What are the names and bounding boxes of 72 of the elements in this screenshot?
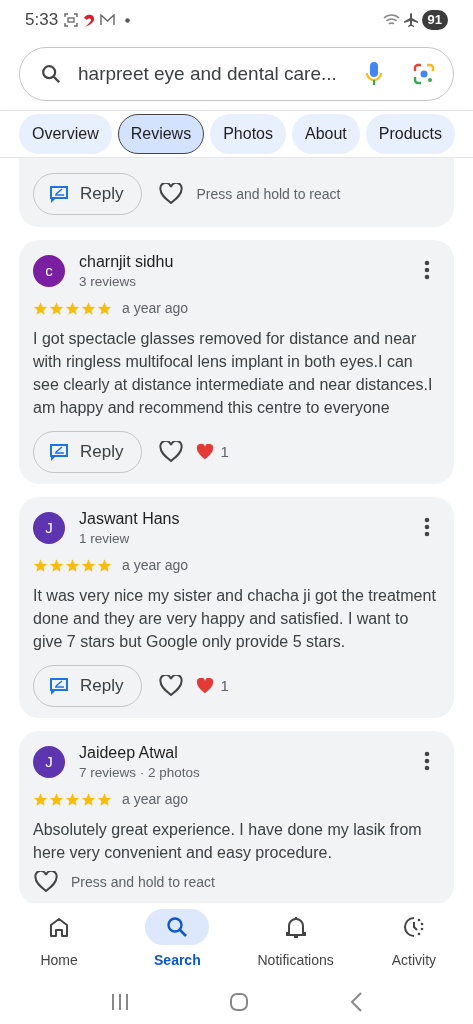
more-options-icon[interactable] (424, 751, 430, 771)
nav-tab[interactable]: Search (118, 909, 237, 980)
reviewer-meta: 7 reviews · 2 photos (79, 764, 201, 782)
star-icon (65, 792, 80, 807)
nav-tab[interactable]: Notifications (236, 909, 355, 980)
tab[interactable]: Overview (19, 114, 112, 154)
react-button[interactable] (158, 440, 185, 464)
avatar: J (33, 512, 65, 544)
camera-lens-icon[interactable] (413, 63, 435, 85)
star-icon (81, 792, 96, 807)
review-text: Absolutely great experience. I have done my lasik from here very convenient and easy procedure. (33, 820, 423, 863)
review-time: a year ago (122, 299, 189, 318)
react-hint: Press and hold to react (71, 872, 215, 892)
back-icon[interactable] (349, 992, 364, 1012)
screenshot-icon (64, 13, 79, 27)
home-button-icon[interactable] (229, 992, 250, 1012)
heart-icon (196, 678, 215, 694)
reviewer-name[interactable]: Jaideep Atwal (79, 743, 424, 763)
star-icon (97, 558, 112, 573)
reviewer-name[interactable]: charnjit sidhu (79, 252, 424, 272)
reviewer-meta: 3 reviews (79, 273, 138, 291)
mail-icon (100, 14, 116, 26)
reviewer-meta: 1 review (79, 530, 131, 548)
reply-icon (48, 675, 70, 697)
tab[interactable]: Reviews (117, 114, 205, 154)
airplane-icon (402, 12, 419, 28)
avatar: c (33, 255, 65, 287)
star-icon (33, 301, 48, 316)
more-options-icon[interactable] (424, 517, 430, 537)
reviewer-name[interactable]: Jaswant Hans (79, 509, 424, 529)
star-icon (81, 301, 96, 316)
avatar: J (33, 746, 65, 778)
dot-icon (125, 17, 131, 23)
star-icon (81, 558, 96, 573)
reply-icon (48, 441, 70, 463)
react-button[interactable] (158, 674, 185, 698)
wifi-icon (382, 13, 401, 27)
status-time: 5:33 (25, 9, 59, 32)
star-icon (65, 301, 80, 316)
nav-tab[interactable]: Activity (354, 909, 473, 980)
home-icon (48, 916, 71, 938)
nav-tab[interactable]: Home (0, 909, 119, 980)
react-button[interactable] (158, 182, 185, 206)
star-icon (97, 301, 112, 316)
reply-icon (48, 183, 70, 205)
star-icon (33, 558, 48, 573)
heart-icon (196, 444, 215, 460)
battery-level: 91 (421, 10, 448, 30)
review-time: a year ago (122, 790, 189, 809)
star-icon (33, 792, 48, 807)
recent-apps-icon[interactable] (109, 993, 130, 1011)
clock-icon (401, 915, 426, 939)
react-hint: Press and hold to react (196, 184, 341, 204)
review-time: a year ago (122, 556, 189, 575)
search-icon (40, 63, 62, 85)
star-icon (49, 558, 64, 573)
star-icon (97, 792, 112, 807)
review-text: It was very nice my sister and chacha ji got the treatment done and they are very happy and satisfied. I want to give 7 stars but Google only provide 5 stars. (33, 586, 437, 652)
star-icon (65, 558, 80, 573)
star-icon (49, 792, 64, 807)
react-button[interactable] (33, 870, 59, 894)
more-options-icon[interactable] (424, 260, 430, 280)
search-input[interactable]: harpreet eye and dental care... (78, 59, 357, 89)
tab[interactable]: About (291, 114, 360, 154)
reaction-count: 1 (220, 675, 229, 696)
tab[interactable]: Products (365, 114, 455, 154)
tab[interactable]: Photos (210, 114, 286, 154)
microphone-icon[interactable] (365, 61, 383, 87)
bell-icon (284, 915, 307, 939)
star-icon (49, 301, 64, 316)
reaction-count: 1 (220, 441, 229, 462)
review-text: I got spectacle glasses removed for distance and near with ringless multifocal lens implant in both eyes.I can see clearly at distance intermediate and near distances.I am happy and recommend this centre to everyone (33, 329, 434, 418)
